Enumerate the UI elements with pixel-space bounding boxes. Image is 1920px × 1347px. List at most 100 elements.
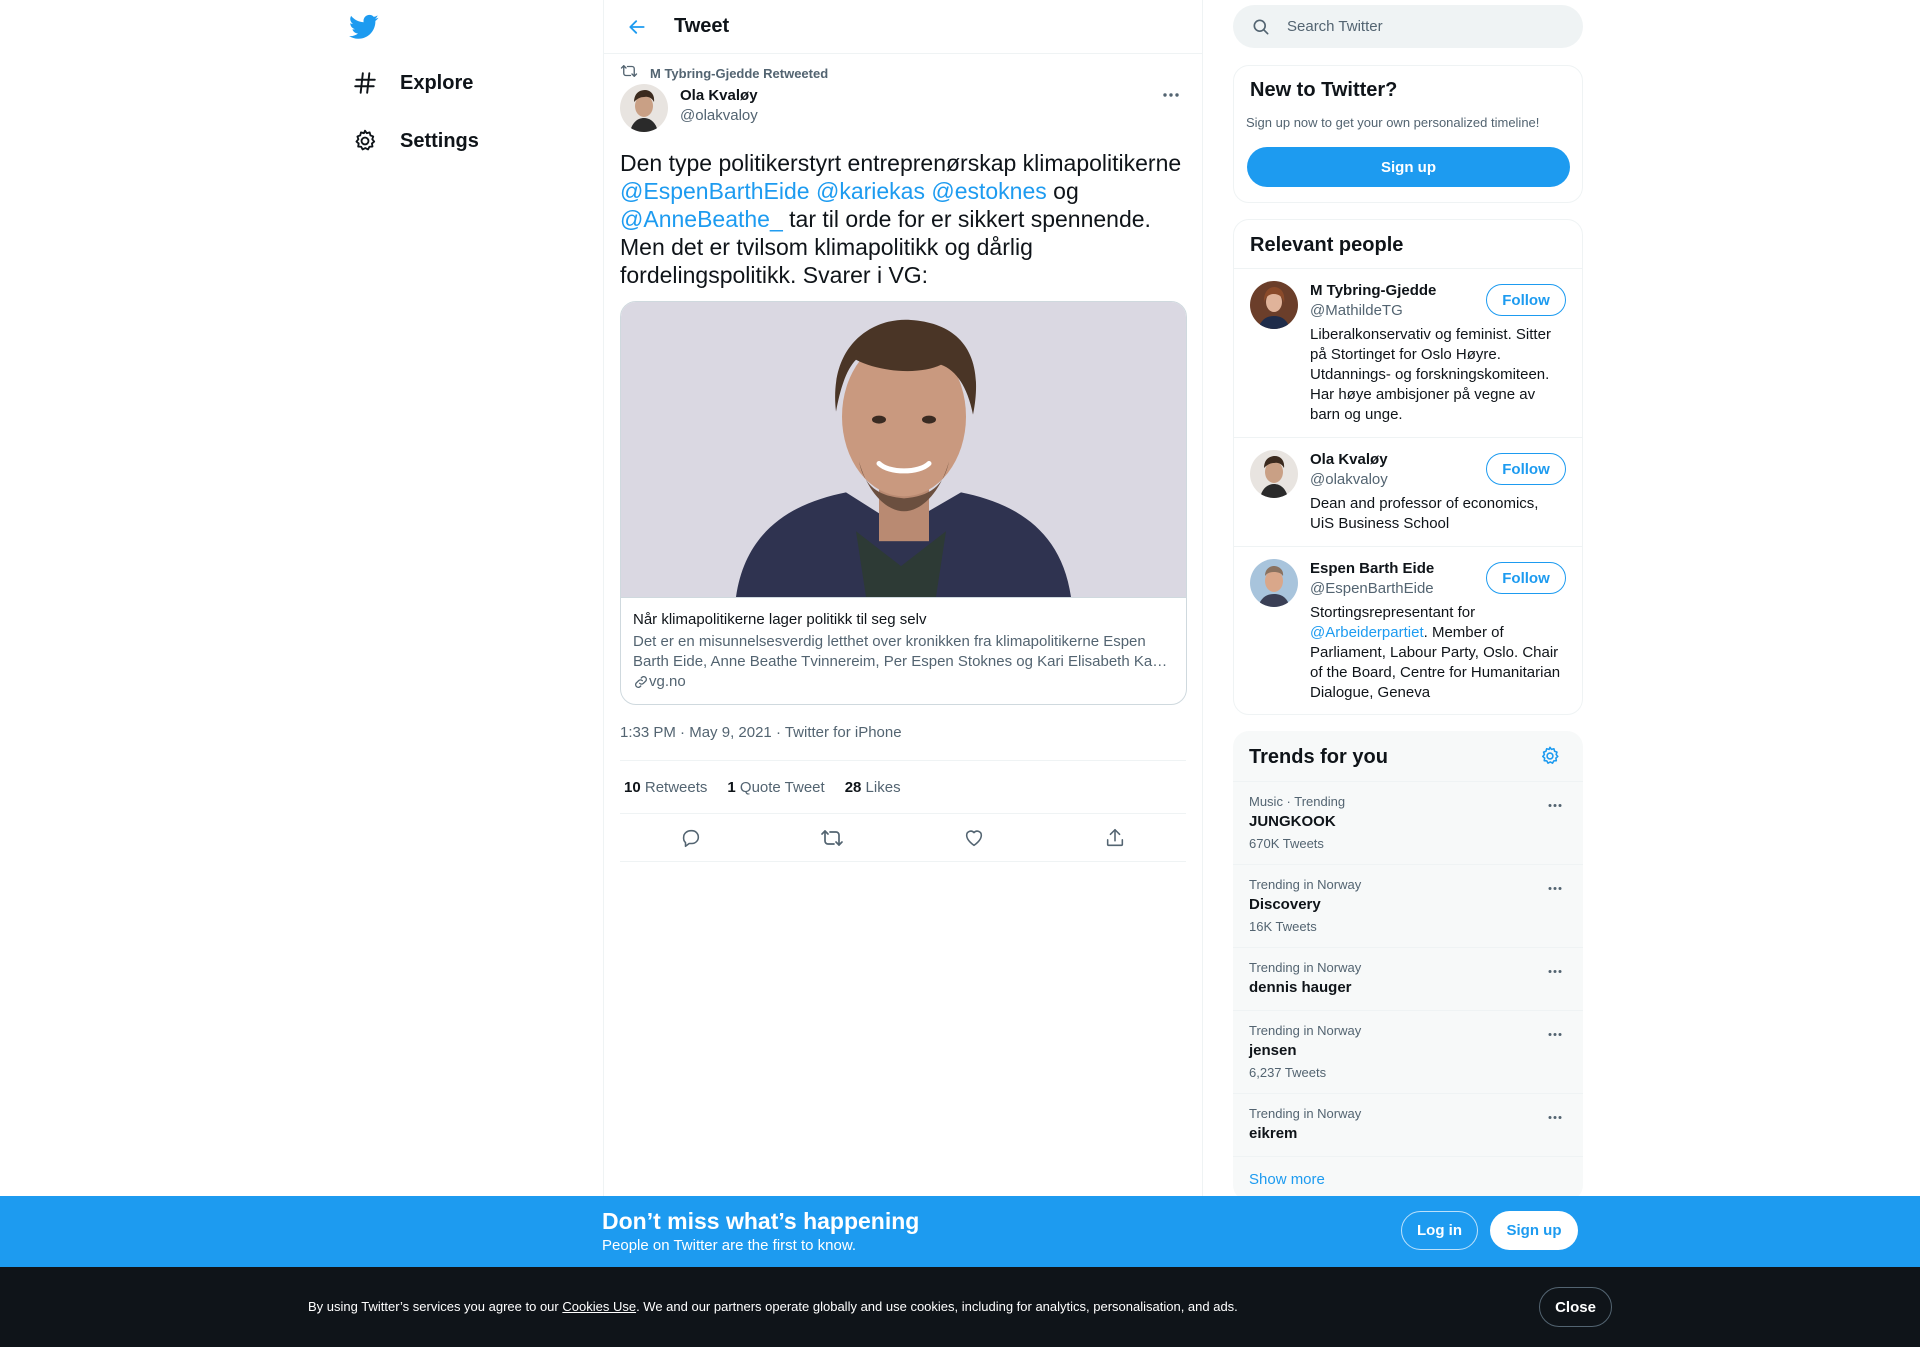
tweet-author: Ola Kvaløy @olakvaloy	[620, 84, 1202, 134]
new-to-twitter-box: New to Twitter? Sign up now to get your …	[1233, 65, 1583, 203]
signup-banner: Don’t miss what’s happening People on Tw…	[0, 1196, 1920, 1267]
back-button[interactable]	[620, 10, 654, 44]
person-item[interactable]: M Tybring-Gjedde @MathildeTG Liberalkons…	[1234, 269, 1582, 438]
more-dots-icon	[1548, 1032, 1562, 1036]
card-image	[621, 302, 1186, 598]
follow-button[interactable]: Follow	[1486, 562, 1566, 594]
mention-link[interactable]: @estoknes	[931, 178, 1046, 204]
author-handle[interactable]: @olakvaloy	[680, 106, 758, 126]
more-dots-icon	[1548, 886, 1562, 890]
relevant-people-box: Relevant people M Tybring-Gjedde @Mathil…	[1233, 219, 1583, 715]
reply-icon	[682, 829, 699, 847]
like-button[interactable]	[956, 820, 992, 856]
retweeted-by-label[interactable]: M Tybring-Gjedde Retweeted	[650, 66, 828, 81]
search-icon	[1251, 17, 1271, 37]
trend-item[interactable]: Music · Trending JUNGKOOK 670K Tweets	[1233, 782, 1583, 865]
card-title: Når klimapolitikerne lager politikk til …	[633, 611, 927, 628]
share-icon	[1107, 828, 1124, 846]
mention-link[interactable]: @AnneBeathe_	[620, 206, 783, 232]
trend-name: JUNGKOOK	[1249, 813, 1336, 830]
trends-settings-button[interactable]	[1539, 745, 1563, 769]
signup-button[interactable]: Sign up	[1490, 1211, 1578, 1250]
trend-item[interactable]: Trending in Norway Discovery 16K Tweets	[1233, 865, 1583, 948]
trend-count: 670K Tweets	[1249, 836, 1324, 851]
nav-item-settings[interactable]: Settings	[350, 121, 479, 161]
search-bar[interactable]	[1233, 5, 1583, 48]
more-dots-icon	[1163, 93, 1179, 97]
bio-mention-link[interactable]: @Arbeiderpartiet	[1310, 624, 1424, 641]
person-bio: Liberalkonservativ og feminist. Sitter p…	[1310, 326, 1551, 423]
cookie-text-segment: By using Twitter’s services you agree to…	[308, 1299, 563, 1314]
cookies-use-link[interactable]: Cookies Use	[562, 1299, 636, 1314]
likes-stat[interactable]: 28 Likes	[845, 779, 901, 796]
avatar[interactable]	[1250, 450, 1298, 498]
nav-label-settings: Settings	[400, 129, 479, 152]
retweets-stat[interactable]: 10 Retweets	[624, 779, 707, 796]
follow-button[interactable]: Follow	[1486, 453, 1566, 485]
tweet-text-segment: og	[1046, 178, 1079, 204]
reply-button[interactable]	[673, 820, 709, 856]
trend-count: 16K Tweets	[1249, 919, 1317, 934]
tweet-time-link[interactable]: 1:33 PM	[620, 724, 676, 741]
person-item[interactable]: Ola Kvaløy @olakvaloy Dean and professor…	[1234, 438, 1582, 547]
tweet-timestamp: 1:33 PM · May 9, 2021 · Twitter for iPho…	[620, 721, 1186, 761]
quote-tweets-stat[interactable]: 1 Quote Tweet	[727, 779, 824, 796]
share-button[interactable]	[1097, 820, 1133, 856]
author-avatar[interactable]	[620, 84, 668, 132]
tweet-text-segment: Den type politikerstyrt entreprenørskap …	[620, 150, 1182, 176]
trend-name: Discovery	[1249, 896, 1321, 913]
more-dots-icon	[1548, 803, 1562, 807]
mention-link[interactable]: @EspenBarthEide	[620, 178, 810, 204]
login-button[interactable]: Log in	[1401, 1211, 1478, 1250]
trends-title: Trends for you	[1249, 746, 1388, 768]
trends-box: Trends for you Music · Trending JUNGKOOK…	[1233, 731, 1583, 1201]
trend-item[interactable]: Trending in Norway eikrem	[1233, 1094, 1583, 1157]
trend-more-button[interactable]	[1543, 796, 1567, 814]
twitter-bird-icon[interactable]	[349, 12, 379, 42]
follow-button[interactable]: Follow	[1486, 284, 1566, 316]
card-description: Det er en misunnelsesverdig letthet over…	[633, 633, 1168, 670]
new-to-twitter-subtitle: Sign up now to get your own personalized…	[1246, 115, 1540, 130]
nav-label-explore: Explore	[400, 71, 474, 94]
trend-name: dennis hauger	[1249, 979, 1352, 996]
sidebar-signup-button[interactable]: Sign up	[1247, 147, 1570, 187]
retweet-icon	[620, 63, 638, 84]
retweet-button[interactable]	[814, 820, 850, 856]
tweet-actions	[620, 814, 1186, 862]
trend-more-button[interactable]	[1543, 879, 1567, 897]
author-name[interactable]: Ola Kvaløy	[680, 86, 758, 106]
trend-item[interactable]: Trending in Norway dennis hauger	[1233, 948, 1583, 1011]
trend-meta: Trending in Norway	[1249, 960, 1362, 975]
tweet-date-link[interactable]: May 9, 2021	[689, 724, 772, 741]
link-card[interactable]: Når klimapolitikerne lager politikk til …	[620, 301, 1187, 705]
avatar[interactable]	[1250, 559, 1298, 607]
cookie-banner: By using Twitter’s services you agree to…	[0, 1267, 1920, 1347]
tweet-stats: 10 Retweets 1 Quote Tweet 28 Likes	[620, 761, 1186, 814]
gear-icon	[1541, 746, 1559, 764]
search-input[interactable]	[1287, 18, 1547, 35]
avatar[interactable]	[1250, 281, 1298, 329]
cookie-close-button[interactable]: Close	[1539, 1287, 1612, 1327]
more-dots-icon	[1548, 969, 1562, 973]
hashtag-icon	[350, 68, 380, 98]
stat-label: Retweets	[644, 778, 708, 796]
person-bio: Stortingsrepresentant for @Arbeiderparti…	[1310, 603, 1566, 703]
trend-more-button[interactable]	[1543, 962, 1567, 980]
trend-meta: Trending in Norway	[1249, 1106, 1362, 1121]
banner-subtitle: People on Twitter are the first to know.	[602, 1237, 857, 1254]
new-to-twitter-title: New to Twitter?	[1250, 79, 1398, 101]
trend-more-button[interactable]	[1543, 1025, 1567, 1043]
stat-count: 28	[844, 778, 862, 796]
tweet-source-link[interactable]: Twitter for iPhone	[785, 724, 902, 741]
person-item[interactable]: Espen Barth Eide @EspenBarthEide Stortin…	[1234, 547, 1582, 716]
tweet-more-button[interactable]	[1156, 84, 1186, 106]
trend-item[interactable]: Trending in Norway jensen 6,237 Tweets	[1233, 1011, 1583, 1094]
heart-icon	[965, 829, 982, 846]
link-icon	[635, 676, 647, 688]
tweet-text: Den type politikerstyrt entreprenørskap …	[620, 149, 1186, 289]
nav-item-explore[interactable]: Explore	[350, 63, 473, 103]
mention-link[interactable]: @kariekas	[816, 178, 925, 204]
trend-more-button[interactable]	[1543, 1108, 1567, 1126]
stat-label: Likes	[865, 778, 901, 796]
person-bio: Dean and professor of economics, UiS Bus…	[1310, 495, 1539, 532]
